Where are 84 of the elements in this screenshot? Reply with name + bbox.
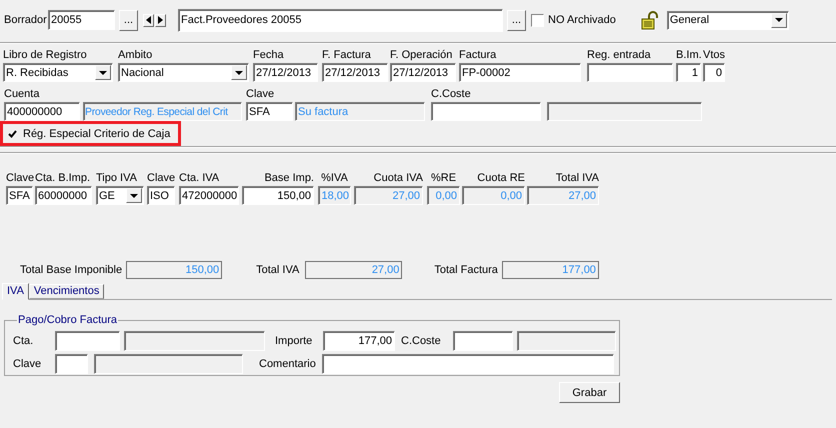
dropdown[interactable]: R. Recibidas (3, 63, 113, 82)
text-field[interactable]: ISO (147, 186, 175, 205)
field-label: F. Operación (390, 48, 454, 63)
total-value: 177,00 (502, 261, 599, 279)
total-label: Total Factura (434, 264, 498, 276)
field-label: Ambito (118, 48, 154, 63)
field-label: Cta. IVA (179, 171, 220, 186)
text-field[interactable]: 27/12/2013 (253, 63, 318, 82)
text-field[interactable] (55, 330, 120, 350)
text-field[interactable]: 0 (703, 63, 725, 82)
text-field[interactable]: 177,00 (323, 330, 395, 350)
field-label: C.Coste (401, 334, 442, 346)
field-label: Cuota IVA (374, 171, 423, 186)
text-field[interactable]: FP-00002 (459, 63, 581, 82)
tab[interactable]: IVA (2, 283, 29, 300)
total-label: Total Base Imponible (20, 264, 122, 276)
checkbox-label: Rég. Especial Criterio de Caja (23, 128, 170, 140)
field-label: Vtos (703, 48, 725, 63)
field-label: %RE (430, 171, 456, 186)
total-value: 27,00 (305, 261, 402, 279)
text-field[interactable]: 400000000 (4, 102, 80, 121)
text-field[interactable] (453, 330, 513, 350)
field-label: Importe (275, 334, 314, 346)
caret-icon (95, 65, 111, 80)
checkbox[interactable] (531, 14, 544, 26)
tab[interactable]: Vencimientos (28, 284, 104, 299)
field-label: F. Factura (322, 48, 372, 63)
text-field[interactable]: SFA (6, 186, 33, 205)
right-arrow-icon (158, 16, 163, 24)
checkbox-label: NO Archivado (548, 14, 616, 26)
text-field[interactable] (55, 354, 88, 374)
dropdown[interactable]: Nacional (118, 63, 249, 82)
field-label: C.Coste (431, 87, 472, 102)
field-label: Tipo IVA (96, 171, 138, 186)
group-title: Pago/Cobro Factura (17, 314, 118, 326)
field-label: Cuenta (4, 87, 40, 102)
text-field[interactable] (587, 63, 673, 82)
field-label: Clave (6, 171, 33, 186)
field-label: Reg. entrada (587, 48, 652, 63)
field-label: Cta. (13, 334, 34, 346)
dropdown[interactable]: General (666, 10, 789, 30)
field-label: Borrador (4, 14, 48, 26)
total-value: 150,00 (126, 261, 222, 279)
field-label: Libro de Registro (3, 48, 88, 63)
save-button[interactable]: Grabar (559, 382, 620, 403)
field-label: Cuota RE (477, 171, 525, 186)
text-field[interactable] (322, 354, 614, 374)
checkbox[interactable] (6, 127, 19, 140)
text-field[interactable]: Fact.Proveedores 20055 (178, 8, 503, 32)
readonly-field[interactable] (124, 330, 265, 350)
browse-button[interactable]: ... (507, 10, 526, 30)
caret-icon (126, 188, 142, 203)
field-label: Factura (459, 48, 498, 63)
text-field[interactable]: 60000000 (35, 186, 92, 205)
caret-icon (231, 65, 247, 80)
next-button[interactable] (155, 14, 166, 26)
padlock-icon (640, 10, 659, 30)
field-label: Total IVA (556, 171, 599, 186)
text-field[interactable] (431, 102, 541, 121)
total-label: Total IVA (256, 264, 300, 276)
left-arrow-icon (146, 16, 151, 24)
dropdown[interactable]: GE (96, 186, 144, 205)
text-field[interactable]: 150,00 (242, 186, 314, 205)
field-label: Clave (246, 87, 276, 102)
field-label: Cta. B.Imp. (35, 171, 92, 186)
field-label: %IVA (321, 171, 348, 186)
text-field[interactable]: 27/12/2013 (322, 63, 388, 82)
previous-button[interactable] (143, 14, 154, 26)
field-label: B.Im. (676, 48, 701, 63)
field-label: Comentario (259, 358, 317, 370)
field-label: Base Imp. (264, 171, 314, 186)
text-field[interactable]: 472000000 (179, 186, 239, 205)
text-field[interactable]: 1 (676, 63, 701, 82)
readonly-field[interactable] (517, 330, 616, 350)
browse-button[interactable]: ... (119, 10, 138, 30)
caret-icon (770, 12, 787, 28)
text-field[interactable]: 20055 (48, 10, 115, 30)
field-label: Fecha (253, 48, 285, 63)
text-field[interactable]: SFA (246, 102, 293, 121)
field-label: Clave (13, 358, 42, 370)
readonly-field[interactable] (547, 102, 702, 121)
field-label: Clave (147, 171, 175, 186)
text-field[interactable]: 27/12/2013 (390, 63, 456, 82)
readonly-field[interactable] (94, 354, 243, 374)
